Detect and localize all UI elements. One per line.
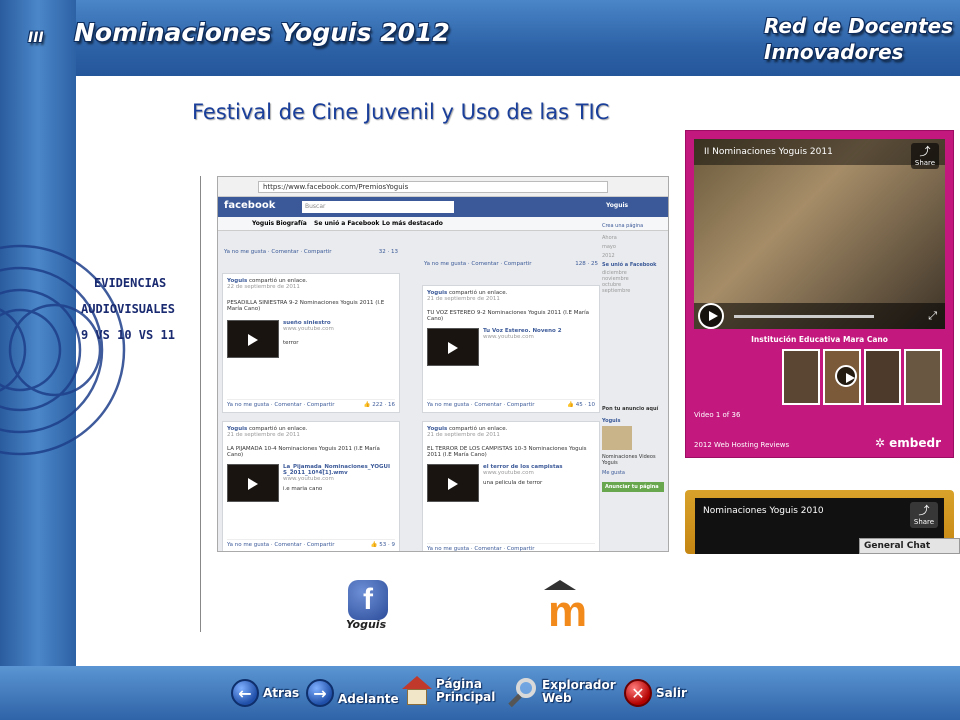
facebook-page-name: Yoguis xyxy=(606,202,629,209)
browser-toolbar: https://www.facebook.com/PremiosYoguis xyxy=(218,177,668,197)
progress-bar[interactable] xyxy=(734,315,874,318)
exit-button[interactable]: ✕ Salir xyxy=(624,679,687,707)
share-button[interactable]: ⤴ Share xyxy=(911,143,939,169)
video-thumbnail[interactable] xyxy=(427,464,479,502)
close-icon: ✕ xyxy=(624,679,652,707)
video-counter: Video 1 of 36 xyxy=(694,411,741,419)
fb-post-footer: Ya no me gusta · Comentar · Compartir 12… xyxy=(424,261,598,267)
fb-nav-item: Yoguis xyxy=(252,220,275,227)
arrow-right-icon: → xyxy=(306,679,334,707)
facebook-bar: facebook Buscar Yoguis xyxy=(218,197,668,217)
network-name-line2: Innovadores xyxy=(764,40,904,64)
address-bar: https://www.facebook.com/PremiosYoguis xyxy=(258,181,608,193)
back-button[interactable]: ← Atras xyxy=(231,679,299,707)
embedr-icon: ✲ xyxy=(874,436,885,450)
moodle-logo[interactable]: m xyxy=(540,578,602,634)
fb-like-count: 32 · 13 xyxy=(378,249,398,255)
home-button[interactable]: Página Principal xyxy=(402,676,495,706)
video-thumbnail[interactable] xyxy=(227,464,279,502)
share-button[interactable]: ⤴ Share xyxy=(910,502,938,528)
page-title: Festival de Cine Juvenil y Uso de las TI… xyxy=(192,100,610,124)
facebook-nav: Yoguis Biografía Se unió a Facebook Lo m… xyxy=(218,217,668,231)
play-icon[interactable] xyxy=(698,303,724,329)
video-thumbnail[interactable] xyxy=(427,328,479,366)
video-title: Nominaciones Yoguis 2010 xyxy=(703,506,824,516)
share-icon: ⤴ xyxy=(918,504,930,517)
home-icon xyxy=(402,676,432,706)
facebook-search: Buscar xyxy=(302,201,454,213)
embedr-logo: ✲ embedr xyxy=(874,436,941,450)
fb-post: Yoguis compartió un enlace. 21 de septie… xyxy=(222,421,400,551)
forward-button[interactable]: → Adelante xyxy=(306,679,399,707)
facebook-screenshot[interactable]: https://www.facebook.com/PremiosYoguis f… xyxy=(217,176,669,552)
play-icon[interactable] xyxy=(834,365,857,387)
general-chat-tab[interactable]: General Chat xyxy=(859,538,960,554)
series-mark: III xyxy=(28,30,44,46)
fb-nav-item: Biografía xyxy=(276,220,307,227)
evidence-label-3: 9 VS 10 VS 11 xyxy=(81,328,175,342)
network-name-line1: Red de Docentes xyxy=(764,14,954,38)
video-title: II Nominaciones Yoguis 2011 xyxy=(704,147,833,157)
evidence-label-1: EVIDENCIAS xyxy=(94,276,167,290)
fb-like-count: 128 · 25 xyxy=(575,261,598,267)
video-frame[interactable]: II Nominaciones Yoguis 2011 ⤴ Share ⤢ xyxy=(694,139,945,329)
fullscreen-icon[interactable]: ⤢ xyxy=(928,309,937,323)
decorative-rings-icon xyxy=(0,244,126,456)
fb-column-right: Yoguis compartió un enlace. 21 de septie… xyxy=(422,285,600,551)
arrow-left-icon: ← xyxy=(231,679,259,707)
video-thumbnail[interactable] xyxy=(227,320,279,358)
divider xyxy=(200,176,201,632)
fb-nav-item: Se unió a Facebook xyxy=(314,220,380,227)
fb-column-left: Yoguis compartió un enlace. 22 de septie… xyxy=(222,273,400,551)
facebook-logo-label: Yoguis xyxy=(346,618,387,631)
video-player-2011[interactable]: II Nominaciones Yoguis 2011 ⤴ Share ⤢ In… xyxy=(685,130,954,458)
video-controls: ⤢ xyxy=(694,303,945,329)
video-caption: Institución Educativa Mara Cano xyxy=(751,335,888,344)
moodle-icon: m xyxy=(548,587,588,636)
site-title: Nominaciones Yoguis 2012 xyxy=(74,18,450,47)
share-icon: ⤴ xyxy=(919,145,931,158)
facebook-yoguis-logo[interactable]: f Yoguis xyxy=(338,574,398,634)
facebook-icon: f xyxy=(348,580,388,620)
fb-post: Yoguis compartió un enlace. 21 de septie… xyxy=(422,421,600,551)
fb-post: Yoguis compartió un enlace. 21 de septie… xyxy=(422,285,600,413)
fb-nav-item: Lo más destacado xyxy=(382,220,443,227)
fb-post: Yoguis compartió un enlace. 22 de septie… xyxy=(222,273,400,413)
page-avatar xyxy=(602,426,632,450)
fb-sidebar: Crea una página Ahora mayo 2012 Se unió … xyxy=(602,221,666,551)
video-carousel[interactable] xyxy=(782,349,942,405)
web-browser-button[interactable]: Explorador Web xyxy=(506,676,616,708)
evidence-label-2: AUDIOVISUALES xyxy=(81,302,175,316)
hosting-credit: 2012 Web Hosting Reviews xyxy=(694,441,790,449)
fb-post-footer: Ya no me gusta · Comentar · Compartir 32… xyxy=(224,249,398,255)
magnifier-icon xyxy=(506,676,538,708)
promote-page-button[interactable]: Anunciar tu página xyxy=(602,482,664,492)
facebook-logo: facebook xyxy=(224,200,276,211)
